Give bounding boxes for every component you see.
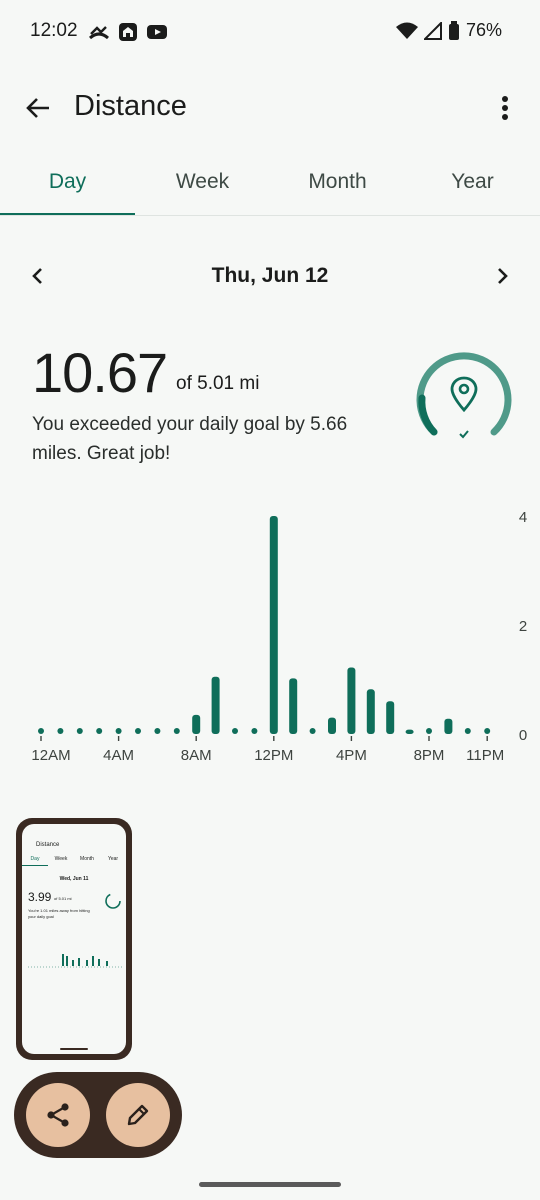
chart-bar[interactable] [269,516,278,734]
share-button[interactable] [26,1083,90,1147]
preview-screen: Distance Day Week Month Year Wed, Jun 11… [22,824,126,1054]
preview-goal-text: of 5.01 mi [54,896,72,901]
arrow-back-icon [26,98,49,118]
ring-dark-arc [418,394,438,436]
preview-tab-week: Week [54,856,68,862]
status-time: 12:02 [30,20,78,41]
chart-bar[interactable] [289,678,298,734]
goal-progress-ring [416,352,512,439]
chart-bar[interactable] [309,728,316,734]
goal-text: of 5.01 mi [176,373,260,394]
chart-bar[interactable] [115,728,122,734]
battery-percent: 76% [465,20,502,40]
cell-signal-icon [423,21,442,40]
date-navigator: Thu, Jun 12 [0,256,540,296]
chart-bar[interactable] [211,676,220,734]
x-tick-label: 4AM [103,747,134,764]
preview-tabs: Day Week Month Year [22,856,126,866]
y-tick-label: 4 [519,509,527,526]
chart-bar[interactable] [464,728,471,734]
tab-divider [0,215,540,216]
chart-bar[interactable] [328,717,336,734]
chart-bar[interactable] [135,728,141,734]
chart-bar[interactable] [154,728,161,734]
chart-bar[interactable] [38,728,44,734]
goal-message: You exceeded your daily goal by 5.66 mil… [32,414,348,464]
tab-week[interactable]: Week [135,156,270,216]
edit-icon [127,1104,149,1126]
x-tick-label: 8AM [181,747,212,764]
chevron-right-icon [498,268,508,284]
y-tick-label: 2 [519,618,527,635]
chart-bar[interactable] [76,728,83,734]
tab-month[interactable]: Month [270,156,405,216]
current-date: Thu, Jun 12 [211,264,329,287]
next-day-button[interactable] [490,264,514,288]
preview-title: Distance [36,842,60,848]
location-pin-icon [450,376,478,413]
status-notification-icons [88,22,168,42]
page-title: Distance [74,90,187,122]
app-bar: Distance [0,72,540,144]
screenshot-actions [14,1072,182,1158]
chart-bar[interactable] [366,689,375,734]
distance-bar-chart: 4 2 0 12AM 4AM 8AM 12PM 4PM 8PM 11PM [31,509,527,764]
chart-bar[interactable] [192,714,201,734]
preview-message: You're 1.01 miles away from hitting your… [28,908,90,919]
chart-bar[interactable] [57,728,64,734]
status-bar: 12:02 76% [0,0,540,64]
chart-bar[interactable] [232,728,238,734]
check-icon [459,430,469,439]
more-options-button[interactable] [490,90,520,126]
x-tick-label: 11PM [466,747,504,764]
youtube-icon [147,25,167,39]
x-tick-label: 12AM [31,747,70,764]
preview-date: Wed, Jun 11 [59,876,89,882]
chart-bar[interactable] [444,718,453,734]
preview-home-indicator [60,1048,88,1050]
battery-icon [448,20,459,40]
chart-bar[interactable] [347,667,356,734]
y-tick-label: 0 [519,727,527,744]
tab-year[interactable]: Year [405,156,540,216]
preview-tab-day: Day [22,856,48,866]
edit-button[interactable] [106,1083,170,1147]
tab-day[interactable]: Day [0,156,135,216]
preview-tab-year: Year [107,856,119,862]
chart-bar[interactable] [426,728,432,734]
missed-call-icon [89,26,109,40]
preview-tab-month: Month [80,856,94,862]
x-tick-label: 4PM [336,747,367,764]
preview-ring [105,893,121,909]
chart-bar[interactable] [173,728,180,734]
preview-mini-chart [28,954,122,968]
chart-bar[interactable] [96,728,103,734]
wifi-icon [395,22,418,39]
x-tick-label: 8PM [414,747,445,764]
chart-bar[interactable] [405,729,414,734]
chart-bar[interactable] [251,728,258,734]
status-system-icons: 76% [395,20,502,41]
more-vert-icon [502,96,508,120]
chart-bar[interactable] [386,701,395,734]
home-app-icon [119,23,137,41]
chart-bar[interactable] [484,728,491,734]
gesture-nav-bar[interactable] [199,1182,341,1187]
screenshot-preview[interactable]: Distance Day Week Month Year Wed, Jun 11… [16,818,132,1060]
period-tabs: Day Week Month Year [0,156,540,216]
preview-value: 3.99 [28,890,52,904]
x-tick-label: 12PM [254,747,293,764]
share-icon [47,1103,69,1127]
distance-value: 10.67 [32,341,168,404]
back-button[interactable] [20,90,56,126]
